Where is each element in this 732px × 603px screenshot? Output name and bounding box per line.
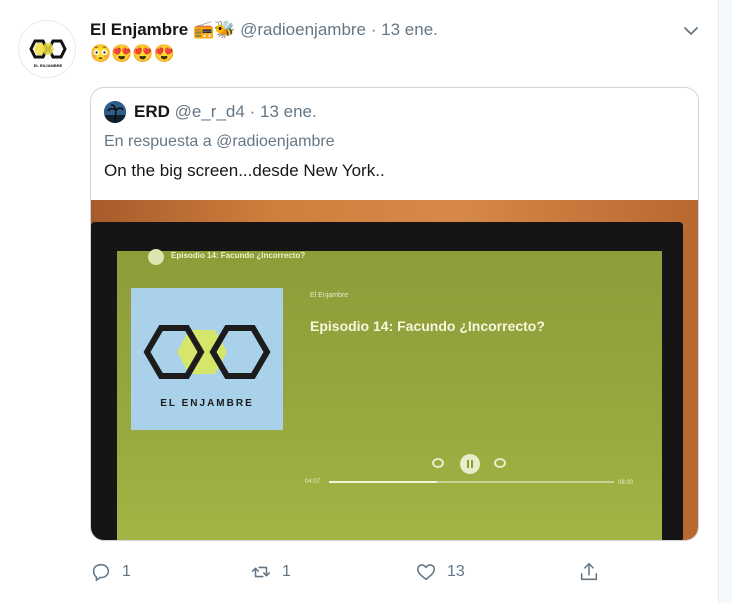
palm-avatar-icon [104, 101, 126, 123]
like-count: 13 [447, 563, 465, 580]
screen-progress-fill [329, 481, 438, 483]
quoted-header: ERD @e_r_d4 · 13 ene. [134, 102, 317, 122]
pause-icon [460, 454, 480, 474]
chevron-down-icon [684, 27, 698, 35]
retweet-count: 1 [282, 563, 291, 580]
reply-context: En respuesta a @radioenjambre [104, 133, 335, 151]
quoted-author-name[interactable]: ERD [134, 102, 170, 121]
rewind-icon [432, 458, 444, 468]
author-name-emojis: 📻🐝 [193, 20, 236, 39]
like-button[interactable]: 13 [415, 560, 465, 584]
share-icon [580, 562, 598, 581]
screen-progress-bar [329, 481, 614, 483]
quoted-header-separator: · [249, 102, 256, 121]
forward-icon [494, 458, 506, 468]
reply-count: 1 [122, 563, 131, 580]
el-enjambre-logo-icon: EL ENJAMBRE [29, 39, 67, 68]
reply-prefix: En respuesta a [104, 133, 212, 150]
tweet-actions: 1 1 13 [90, 560, 610, 584]
quoted-avatar[interactable] [104, 101, 126, 123]
quoted-tweet-text: On the big screen...desde New York.. [104, 161, 385, 180]
share-button[interactable] [578, 560, 600, 584]
cover-title: EL ENJAMBRE [160, 398, 254, 409]
heart-icon [416, 564, 436, 581]
podcast-cover-art: EL ENJAMBRE [131, 288, 283, 430]
tweet-text: 😳😍😍😍 [90, 44, 175, 63]
quoted-photo[interactable]: Episodio 14: Facundo ¿Incorrecto? EL ENJ… [91, 200, 698, 540]
quoted-tweet[interactable]: ERD @e_r_d4 · 13 ene. En respuesta a @ra… [90, 87, 699, 541]
header-separator: · [370, 20, 377, 39]
author-handle[interactable]: @radioenjambre [240, 20, 366, 39]
reply-icon [92, 563, 110, 582]
spotify-logo-icon [148, 249, 164, 265]
tweet-card[interactable]: EL ENJAMBRE El Enjambre 📻🐝 @radioenjambr… [0, 0, 719, 603]
screen-artist: El Enjambre [310, 292, 349, 299]
screen-time-end: 08:30 [618, 480, 634, 486]
quoted-timestamp[interactable]: 13 ene. [260, 102, 317, 121]
screen-episode-header: Episodio 14: Facundo ¿Incorrecto? [171, 251, 306, 260]
tweet-header: El Enjambre 📻🐝 @radioenjambre · 13 ene. [90, 20, 438, 40]
reply-mention-link[interactable]: @radioenjambre [216, 133, 335, 150]
screen-time-start: 04:07 [305, 479, 321, 485]
author-name[interactable]: El Enjambre [90, 20, 188, 39]
tweet-timestamp[interactable]: 13 ene. [381, 20, 438, 39]
more-options-button[interactable] [682, 22, 700, 40]
reply-button[interactable]: 1 [90, 560, 131, 584]
avatar-logo-text: EL ENJAMBRE [34, 63, 63, 68]
retweet-button[interactable]: 1 [250, 560, 291, 584]
quoted-author-handle[interactable]: @e_r_d4 [175, 102, 245, 121]
avatar[interactable]: EL ENJAMBRE [18, 20, 76, 78]
retweet-icon [251, 566, 271, 578]
screen-episode-title: Episodio 14: Facundo ¿Incorrecto? [310, 318, 545, 334]
